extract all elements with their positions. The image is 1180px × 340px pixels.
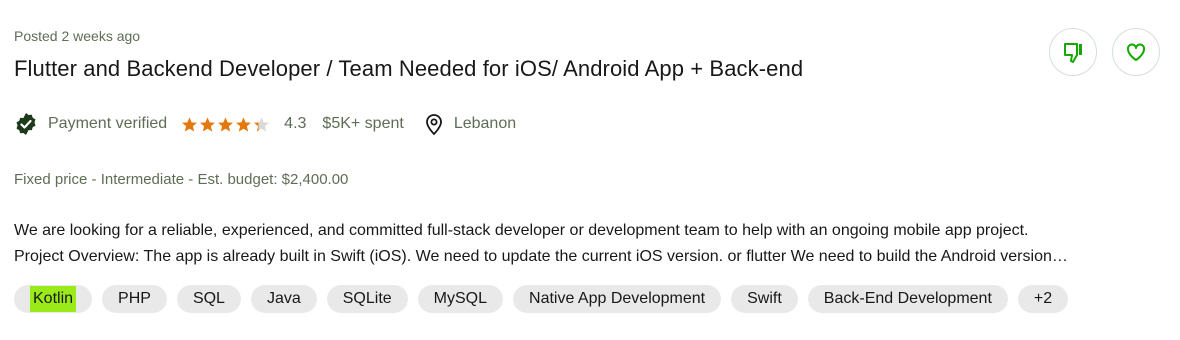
verified-badge-icon [16, 113, 36, 135]
estimated-budget: Est. budget: $2,400.00 [197, 171, 349, 188]
skill-tag[interactable]: PHP [102, 285, 167, 313]
client-info: Payment verified 4.3 $5K+ spent Lebanon [14, 110, 516, 138]
save-job-button[interactable] [1112, 28, 1160, 76]
separator: - [87, 171, 101, 188]
more-tags-button[interactable]: +2 [1017, 285, 1069, 313]
job-type: Fixed price [14, 171, 88, 188]
skill-tag[interactable]: Java [250, 285, 317, 313]
client-location: Lebanon [453, 115, 517, 132]
job-description[interactable]: We are looking for a reliable, experienc… [14, 218, 1164, 270]
payment-verified-label: Payment verified [48, 115, 168, 132]
skill-tag[interactable]: Kotlin [14, 285, 93, 313]
star-icon [236, 116, 252, 132]
thumbs-down-icon [1064, 43, 1082, 63]
skill-tags: Kotlin PHP SQL Java SQLite MySQL Native … [14, 285, 1069, 313]
job-actions [1049, 28, 1160, 76]
description-line: Project Overview: The app is already bui… [14, 248, 1068, 265]
experience-level: Intermediate [100, 171, 185, 188]
rating-value: 4.3 [284, 115, 307, 132]
skill-tag[interactable]: Swift [731, 285, 798, 313]
skill-tag[interactable]: Native App Development [513, 285, 722, 313]
partial-star-icon [254, 116, 270, 132]
star-icon [218, 116, 234, 132]
dislike-button[interactable] [1049, 28, 1097, 76]
skill-tag[interactable]: Back-End Development [807, 285, 1008, 313]
description-line: We are looking for a reliable, experienc… [14, 222, 1029, 239]
skill-tag[interactable]: SQLite [326, 285, 408, 313]
highlighted-tag-text: Kotlin [30, 286, 77, 312]
posted-time: Posted 2 weeks ago [14, 28, 141, 44]
job-budget-info: Fixed price - Intermediate - Est. budget… [14, 171, 348, 188]
total-spent: $5K+ spent [322, 115, 404, 132]
star-icon [182, 116, 198, 132]
star-icon [200, 116, 216, 132]
skill-tag[interactable]: MySQL [417, 285, 504, 313]
client-rating-stars [181, 116, 270, 133]
separator: - [184, 171, 198, 188]
job-title[interactable]: Flutter and Backend Developer / Team Nee… [14, 56, 803, 82]
location-pin-icon [425, 114, 442, 136]
heart-icon [1127, 43, 1145, 61]
skill-tag[interactable]: SQL [176, 285, 241, 313]
